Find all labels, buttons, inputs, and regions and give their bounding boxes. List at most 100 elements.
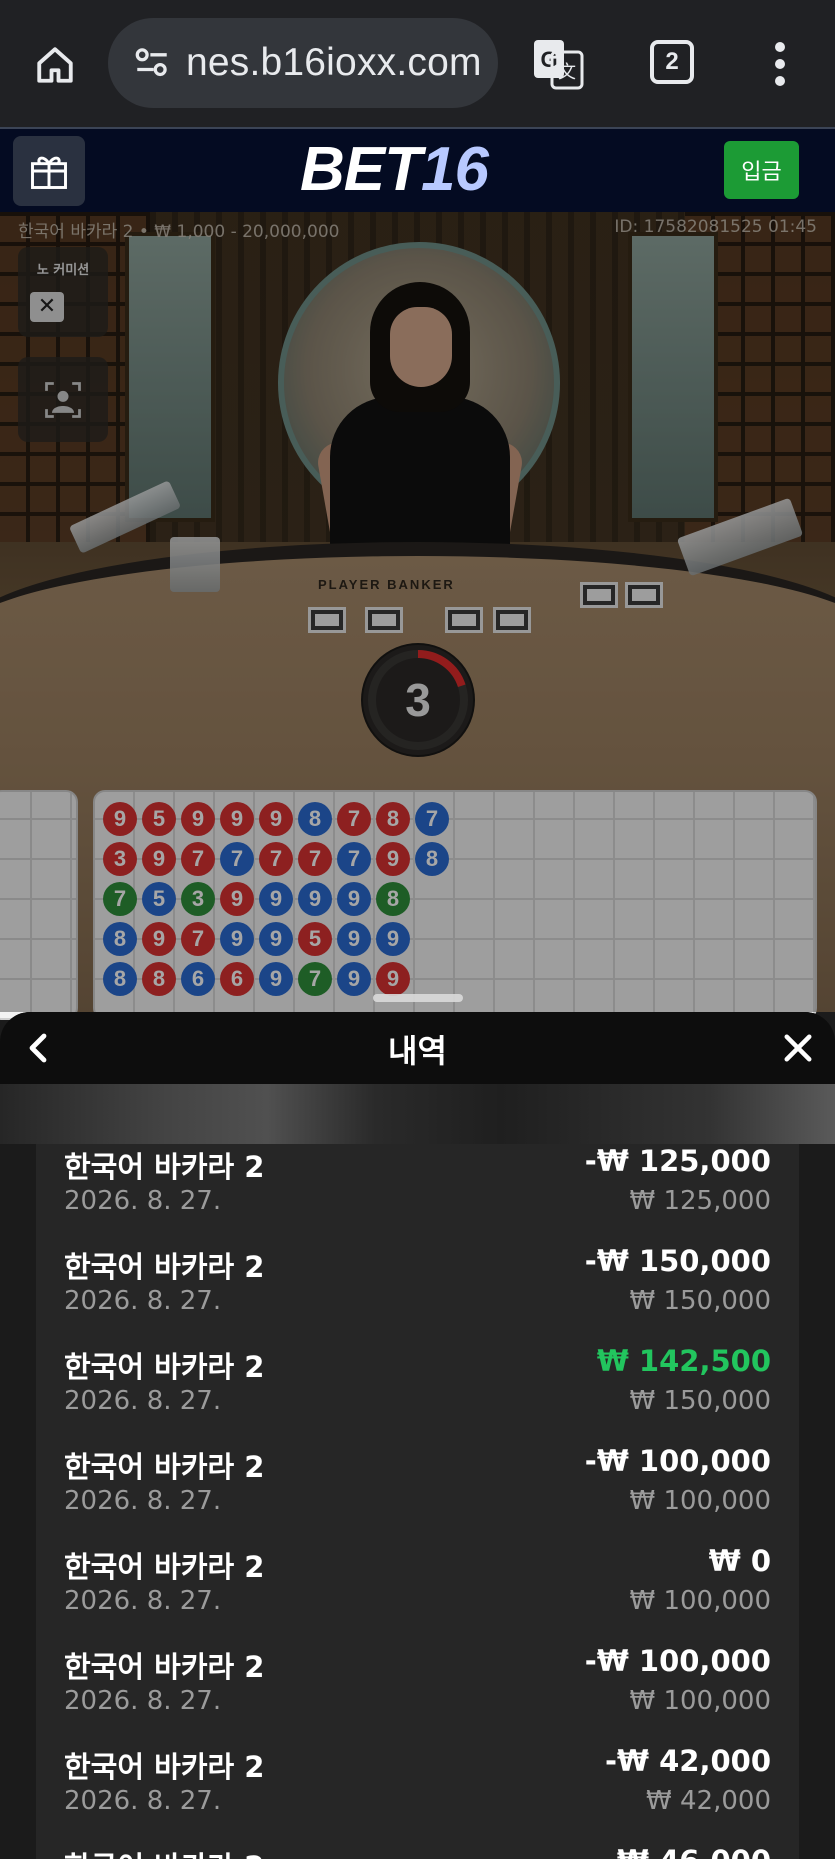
history-stake: ₩ 125,000 <box>629 1186 772 1216</box>
card <box>493 607 531 633</box>
bead-result: 7 <box>259 842 293 876</box>
card <box>580 582 618 608</box>
user-icon <box>45 381 81 418</box>
bead-result: 7 <box>298 842 332 876</box>
bead-result: 9 <box>220 922 254 956</box>
close-icon[interactable] <box>778 1028 818 1068</box>
bead-result: 9 <box>376 962 410 996</box>
bead-result: 7 <box>103 882 137 916</box>
bead-result: 9 <box>259 882 293 916</box>
bead-result: 9 <box>142 922 176 956</box>
browser-toolbar: nes.b16ioxx.com G 文 2 <box>0 0 835 127</box>
bead-road-row: 959998787 <box>103 802 454 836</box>
bead-road-row: 75399998 <box>103 882 415 916</box>
close-icon[interactable]: ✕ <box>30 292 64 322</box>
card <box>308 607 346 633</box>
home-icon[interactable] <box>30 40 80 90</box>
bet-countdown-timer: 3 <box>363 645 473 755</box>
site-logo[interactable]: BET16 <box>300 137 489 203</box>
history-date: 2026. 8. 27. <box>64 1486 222 1516</box>
bead-result: 7 <box>337 802 371 836</box>
history-game-name: 한국어 바카라 2 <box>64 1250 265 1284</box>
background-panel <box>628 232 718 522</box>
bead-result: 8 <box>298 802 332 836</box>
bead-result: 9 <box>103 802 137 836</box>
history-date: 2026. 8. 27. <box>64 1686 222 1716</box>
bead-result: 8 <box>415 842 449 876</box>
history-row[interactable]: 한국어 바카라 2 2026. 8. 27. -₩ 100,000 ₩ 100,000 <box>36 1444 799 1544</box>
sheet-header: 내역 <box>0 1012 835 1084</box>
bead-result: 9 <box>181 802 215 836</box>
bead-result: 7 <box>337 842 371 876</box>
svg-text:文: 文 <box>558 62 576 83</box>
card <box>625 582 663 608</box>
bead-result: 9 <box>259 962 293 996</box>
bead-result: 5 <box>142 882 176 916</box>
history-result-amount: -₩ 100,000 <box>584 1644 771 1678</box>
player-stats-button[interactable] <box>18 357 108 442</box>
card <box>445 607 483 633</box>
bead-result: 3 <box>181 882 215 916</box>
history-row[interactable]: 한국어 바카라 2 2026. 8. 27. -₩ 150,000 ₩ 150,000 <box>36 1244 799 1344</box>
bead-result: 9 <box>337 882 371 916</box>
bead-result: 9 <box>220 882 254 916</box>
round-id: ID: 17582081525 01:45 <box>614 217 817 237</box>
bead-result: 6 <box>181 962 215 996</box>
deposit-button[interactable]: 입금 <box>724 141 799 199</box>
bead-result: 7 <box>181 842 215 876</box>
site-header: BET16 입금 <box>0 127 835 212</box>
bead-result: 7 <box>298 962 332 996</box>
timer-value: 3 <box>405 674 431 726</box>
no-commission-toggle[interactable]: 노 커미션 ✕ <box>18 247 108 337</box>
history-result-amount: -₩ 125,000 <box>584 1144 771 1178</box>
history-stake: ₩ 100,000 <box>629 1686 772 1716</box>
bead-result: 8 <box>376 882 410 916</box>
filter-strip <box>0 1084 835 1144</box>
bead-result: 9 <box>259 922 293 956</box>
history-game-name: 한국어 바카라 2 <box>64 1150 265 1184</box>
bead-result: 8 <box>103 962 137 996</box>
bead-result: 9 <box>337 922 371 956</box>
history-stake: ₩ 150,000 <box>629 1286 772 1316</box>
history-row[interactable]: 한국어 바카라 2 2026. 8. 27. -₩ 42,000 ₩ 42,000 <box>36 1744 799 1844</box>
gift-icon[interactable] <box>13 136 85 206</box>
sheet-title: 내역 <box>388 1032 447 1070</box>
table-info: 한국어 바카라 2 • ₩ 1,000 - 20,000,000 <box>18 222 340 242</box>
bead-result: 9 <box>142 842 176 876</box>
address-bar[interactable]: nes.b16ioxx.com <box>108 18 498 108</box>
translate-icon[interactable]: G 文 <box>530 36 586 92</box>
history-date: 2026. 8. 27. <box>64 1586 222 1616</box>
dealer <box>330 397 510 557</box>
bead-result: 9 <box>220 802 254 836</box>
bead-result: 5 <box>298 922 332 956</box>
bead-result: 6 <box>220 962 254 996</box>
tab-switcher-button[interactable]: 2 <box>650 40 694 84</box>
table-layout-label: PLAYER BANKER <box>318 577 455 592</box>
url-text[interactable]: nes.b16ioxx.com <box>186 41 482 85</box>
sheet-drag-handle[interactable] <box>373 994 463 1002</box>
more-menu-icon[interactable] <box>770 42 790 86</box>
history-result-amount: -₩ 46,000 <box>605 1844 771 1859</box>
history-row[interactable]: 한국어 바카라 2 2026. 8. 27. -₩ 125,000 ₩ 125,000 <box>36 1144 799 1244</box>
history-row[interactable]: 한국어 바카라 2 2026. 8. 27. ₩ 0 ₩ 100,000 <box>36 1544 799 1644</box>
history-result-amount: ₩ 142,500 <box>596 1344 771 1378</box>
history-date: 2026. 8. 27. <box>64 1186 222 1216</box>
bead-result: 9 <box>259 802 293 836</box>
history-game-name: 한국어 바카라 2 <box>64 1350 265 1384</box>
history-game-name: 한국어 바카라 2 <box>64 1650 265 1684</box>
bead-result: 9 <box>376 842 410 876</box>
history-row[interactable]: 한국어 바카라 2 2026. 8. 27. -₩ 100,000 ₩ 100,000 <box>36 1644 799 1744</box>
history-row[interactable]: 한국어 바카라 2 2026. 8. 27. ₩ 142,500 ₩ 150,000 <box>36 1344 799 1444</box>
card-shoe <box>170 537 220 592</box>
history-stake: ₩ 100,000 <box>629 1586 772 1616</box>
bead-result: 9 <box>376 922 410 956</box>
bead-result: 7 <box>181 922 215 956</box>
history-row[interactable]: 한국어 바카라 2 -₩ 46,000 <box>36 1844 799 1859</box>
site-info-icon[interactable] <box>122 18 182 108</box>
bead-result: 7 <box>220 842 254 876</box>
bead-plate-road: 9599987873977777987539999889799599886697… <box>93 790 817 1020</box>
bead-result: 8 <box>103 922 137 956</box>
card <box>365 607 403 633</box>
history-result-amount: ₩ 0 <box>708 1544 771 1578</box>
history-stake: ₩ 150,000 <box>629 1386 772 1416</box>
